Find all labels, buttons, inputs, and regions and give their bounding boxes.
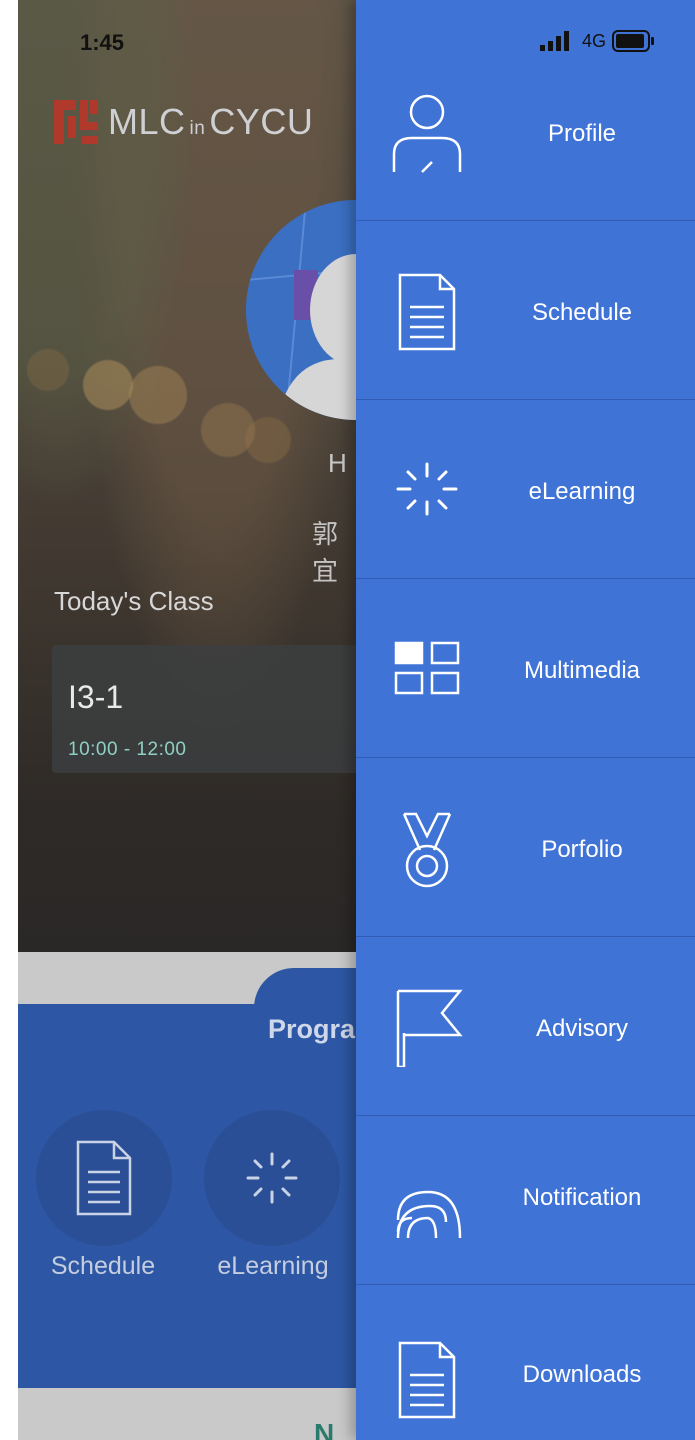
- document-icon: [398, 1341, 456, 1419]
- menu-item-schedule[interactable]: Schedule: [356, 221, 695, 400]
- menu-label-notification: Notification: [522, 1184, 642, 1211]
- class-time: 10:00 - 12:00: [68, 739, 187, 760]
- grid-icon: [394, 641, 460, 695]
- user-chinese-name: 郭宜: [312, 519, 339, 586]
- logo-text: MLC in CYCU: [108, 101, 314, 142]
- app-logo: MLC in CYCU: [52, 98, 313, 146]
- menu-label-profile: Profile: [547, 120, 617, 147]
- bottom-section: [18, 1388, 358, 1440]
- status-time: 1:45: [80, 30, 125, 55]
- program-elearning-button[interactable]: [204, 1110, 340, 1246]
- class-card[interactable]: I3-1 10:00 - 12:00: [52, 645, 358, 773]
- user-name: H: [328, 448, 347, 478]
- menu-label-schedule: Schedule: [531, 299, 633, 326]
- menu-label-downloads: Downloads: [522, 1361, 642, 1388]
- flag-icon: [396, 989, 463, 1067]
- status-bar-icons: 4G: [540, 30, 656, 52]
- mlc-logo-icon: [54, 100, 98, 144]
- menu-label-advisory: Advisory: [535, 1015, 629, 1042]
- program-schedule-button[interactable]: [36, 1110, 172, 1246]
- medal-icon: [402, 812, 452, 888]
- person-icon: [392, 94, 462, 173]
- bottom-section-title: N: [314, 1418, 335, 1440]
- document-icon: [398, 273, 456, 351]
- signal-icon: [540, 31, 569, 51]
- programs-section: Progra Schedule eLearning: [18, 952, 358, 1388]
- programs-title: Progra: [268, 1014, 356, 1044]
- menu-label-elearning: eLearning: [528, 478, 636, 505]
- side-drawer: Profile Schedule eLearning Multimedia Po…: [356, 0, 695, 1440]
- class-name: I3-1: [68, 679, 124, 715]
- spinner-icon: [246, 1152, 298, 1204]
- menu-item-downloads[interactable]: Downloads: [356, 1285, 695, 1440]
- todays-class-heading: Today's Class: [54, 586, 214, 616]
- menu-item-advisory[interactable]: Advisory: [356, 937, 695, 1116]
- menu-item-portfolio[interactable]: Porfolio: [356, 758, 695, 937]
- spinner-icon: [396, 462, 458, 516]
- home-screen: 1:45 MLC in CYCU H 郭宜 Today's Class I3-1 1: [18, 0, 358, 1440]
- program-schedule-label: Schedule: [50, 1252, 156, 1280]
- menu-label-portfolio: Porfolio: [541, 836, 623, 863]
- network-label: 4G: [582, 30, 607, 51]
- document-icon: [76, 1140, 132, 1216]
- menu-label-multimedia: Multimedia: [523, 657, 641, 684]
- menu-item-multimedia[interactable]: Multimedia: [356, 579, 695, 758]
- program-elearning-label: eLearning: [217, 1252, 329, 1280]
- menu-item-notification[interactable]: Notification: [356, 1116, 695, 1285]
- battery-icon: [612, 30, 655, 52]
- rss-icon: [396, 1190, 462, 1239]
- menu-item-elearning[interactable]: eLearning: [356, 400, 695, 579]
- left-edge: [0, 0, 18, 1440]
